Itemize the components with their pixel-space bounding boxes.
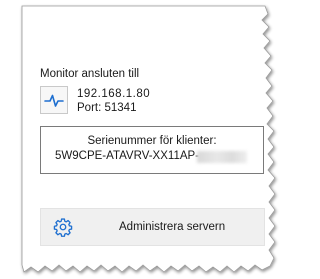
activity-icon[interactable] bbox=[40, 86, 68, 114]
screenshot-page: Monitor ansluten till 192.168.1.80 Port:… bbox=[0, 0, 291, 279]
monitor-port: Port: 51341 bbox=[77, 102, 137, 114]
gear-icon bbox=[53, 218, 73, 237]
serial-value[interactable]: 5W9CPE-ATAVRV-XX11AP- bbox=[55, 150, 199, 162]
monitor-title: Monitor ansluten till bbox=[40, 68, 140, 80]
serial-redaction bbox=[197, 151, 247, 163]
monitor-ip: 192.168.1.80 bbox=[77, 88, 151, 100]
serial-box: Serienummer för klienter: 5W9CPE-ATAVRV-… bbox=[40, 126, 264, 174]
administer-server-label: Administrera servern bbox=[119, 221, 226, 233]
administer-server-button[interactable]: Administrera servern bbox=[40, 208, 265, 246]
serial-label: Serienummer för klienter: bbox=[87, 135, 217, 147]
